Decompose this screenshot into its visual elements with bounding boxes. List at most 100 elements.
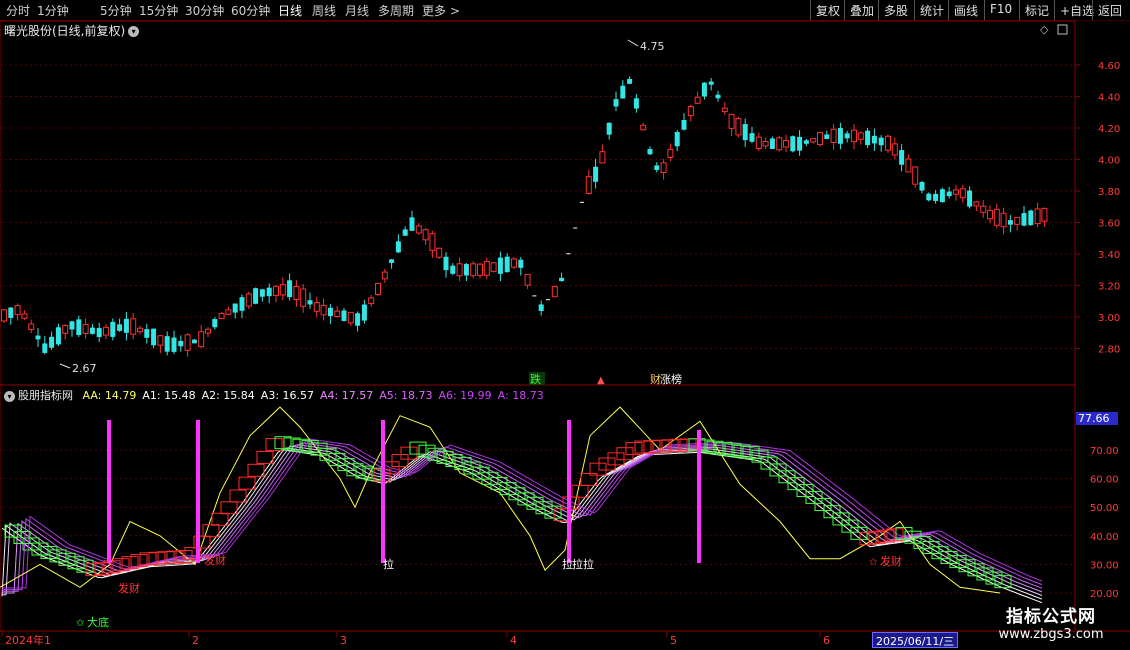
candle-body-up xyxy=(130,318,137,335)
candle-body-down xyxy=(55,327,61,345)
candle-body-down xyxy=(443,256,449,271)
candle-body-up xyxy=(205,328,211,334)
indicator-pane-frame xyxy=(0,384,1076,632)
indicator-line-0 xyxy=(1,449,1043,604)
maximize-icon[interactable] xyxy=(1057,24,1068,35)
candle-body-down xyxy=(117,324,123,331)
candle-body-up xyxy=(470,263,477,277)
candle-body-up xyxy=(198,331,205,348)
candle-body-down xyxy=(96,328,102,338)
badge-fall[interactable]: 跌 xyxy=(530,372,541,386)
signal-bar xyxy=(567,420,571,563)
main-pane-title: 曙光股份(日线,前复权) ▾ xyxy=(4,22,140,39)
price-tick-label: 3.00 xyxy=(1098,313,1120,324)
signal-bar xyxy=(107,420,111,563)
indicator-grid xyxy=(0,449,1075,594)
chevron-down-icon[interactable]: ▾ xyxy=(128,26,140,37)
chevron-down-icon[interactable]: ▾ xyxy=(4,390,15,402)
candle-body-down xyxy=(790,136,796,152)
candle-body-down xyxy=(627,78,633,84)
indicator-line-2 xyxy=(2,445,1043,596)
badge-top-gainers[interactable]: 涨榜 xyxy=(660,372,682,386)
candle-body-up xyxy=(483,261,490,276)
candle-body-up xyxy=(524,273,531,286)
candle-body-down xyxy=(824,134,830,139)
candle-body-up xyxy=(810,138,817,143)
cursor-date: 2025/06/11/三 xyxy=(872,632,959,648)
candle-body-down xyxy=(402,229,408,236)
high-price-label: 4.75 xyxy=(640,40,665,53)
candle-body-up xyxy=(347,311,354,324)
indicator-name: 股朋指标网 xyxy=(18,389,73,402)
candle-body-up xyxy=(551,286,558,298)
candle-body-down xyxy=(674,132,680,147)
candle-body-down xyxy=(1007,220,1013,225)
candle-body-down xyxy=(926,193,932,201)
candle-body-down xyxy=(967,190,973,207)
signal-label-fortune-3: 发财 xyxy=(880,554,902,568)
candle-body-up xyxy=(993,208,1000,226)
time-tick-label: 2024年1 xyxy=(5,633,51,647)
candle-body-up xyxy=(218,313,225,320)
indicator-value-5: A5: 18.73 xyxy=(379,389,433,402)
candle-body-down xyxy=(538,304,544,312)
chart-canvas[interactable]: 4.60 4.40 4.20 4.00 3.80 3.60 3.40 3.20 3.00 2.80… xyxy=(0,0,1130,650)
indicator-tick-label: 30.00 xyxy=(1090,560,1119,571)
candle-body-up xyxy=(320,304,327,316)
candle-body-up xyxy=(1,309,7,322)
candle-body-up xyxy=(776,137,783,151)
badge-up-arrow[interactable]: ▲ xyxy=(597,375,605,386)
candle-body-up xyxy=(14,305,21,316)
candle-body-down xyxy=(497,257,503,274)
indicator-step-box xyxy=(211,512,229,526)
high-arrow xyxy=(627,39,639,47)
candle-body-up xyxy=(157,335,164,346)
candle-body-up xyxy=(905,158,912,173)
candle-body-down xyxy=(307,300,313,305)
time-tick-label: 6 xyxy=(823,634,830,647)
candle-body-up xyxy=(225,309,232,315)
candle-body-up xyxy=(137,327,143,333)
candle-body-down xyxy=(620,85,626,99)
candle-body-down xyxy=(797,136,803,151)
candle-body-up xyxy=(783,139,789,148)
candle-body-down xyxy=(559,277,565,282)
candle-body-down xyxy=(803,140,809,144)
candle-body-down xyxy=(613,99,619,107)
candle-body-up xyxy=(980,205,987,213)
signal-label-pull-1: 拉 xyxy=(383,557,394,571)
candlestick-series xyxy=(1,76,1048,357)
price-tick-label: 4.40 xyxy=(1098,93,1120,104)
indicator-step-box xyxy=(607,452,625,466)
candle-body-down xyxy=(151,328,157,346)
indicator-step-box xyxy=(409,441,427,455)
candle-body-down xyxy=(647,149,653,155)
candle-body-down xyxy=(715,94,721,99)
candle-body-down xyxy=(164,336,170,352)
indicator-step-box xyxy=(598,457,616,471)
candle-body-down xyxy=(76,319,82,336)
indicator-tick-label: 60.00 xyxy=(1090,475,1119,486)
candle-body-down xyxy=(171,337,177,352)
price-tick-label: 3.40 xyxy=(1098,250,1120,261)
candle-body-up xyxy=(184,334,191,351)
indicator-value-1: A1: 15.48 xyxy=(142,389,196,402)
candle-body-down xyxy=(919,182,925,191)
diamond-icon[interactable]: ◇ xyxy=(1040,23,1049,36)
candle-body-down xyxy=(89,327,95,334)
price-tick-label: 4.20 xyxy=(1098,124,1120,135)
candle-body-down xyxy=(259,289,265,297)
candle-body-up xyxy=(851,129,857,143)
signal-label-pull-2: 拉拉 xyxy=(572,557,594,571)
indicator-legend: ▾ 股朋指标网 AA: 14.79 A1: 15.48 A2: 15.84 A3: 16… xyxy=(4,387,556,403)
candle-body-down xyxy=(878,137,884,146)
candle-body-down xyxy=(355,313,361,326)
candle-body-up xyxy=(1000,212,1007,228)
candle-body-down xyxy=(871,135,877,144)
price-tick-label: 2.80 xyxy=(1098,345,1120,356)
candle-body-up xyxy=(1034,208,1041,225)
indicator-value-4: A4: 17.57 xyxy=(320,389,374,402)
candle-body-down xyxy=(606,122,612,135)
candle-body-down xyxy=(327,307,333,317)
candle-body-up xyxy=(273,285,279,296)
